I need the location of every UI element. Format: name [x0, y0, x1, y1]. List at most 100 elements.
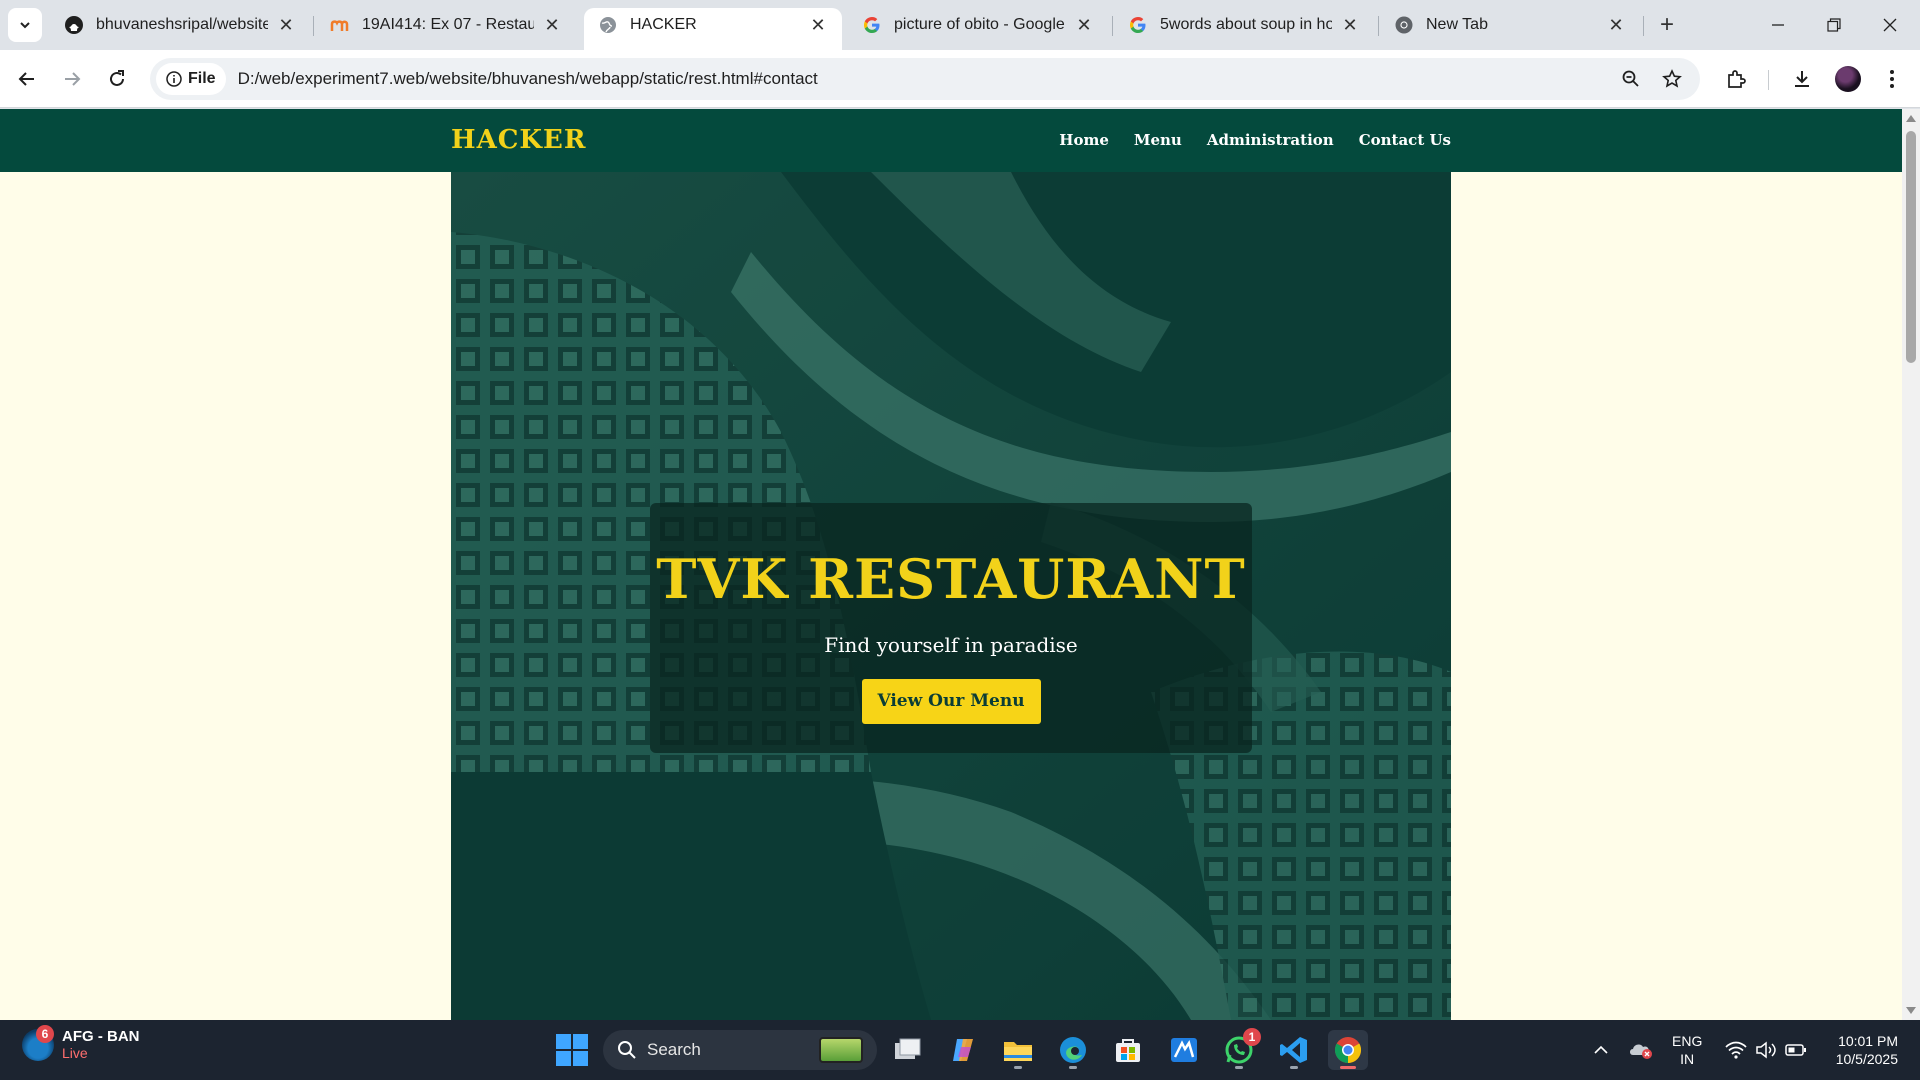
forward-button[interactable] [54, 61, 90, 97]
close-icon[interactable]: ✕ [1606, 15, 1626, 35]
chrome-menu-button[interactable] [1874, 61, 1910, 97]
reload-icon [110, 70, 124, 86]
input-language-indicator[interactable]: ENG IN [1672, 1032, 1702, 1068]
scrollbar-thumb[interactable] [1906, 131, 1916, 363]
tab-search-button[interactable] [8, 8, 42, 42]
copilot-button[interactable] [944, 1030, 984, 1070]
hero-subtitle: Find yourself in paradise [824, 633, 1078, 657]
page-viewport: HACKER Home Menu Administration Contact … [0, 109, 1902, 1020]
profile-button[interactable] [1830, 61, 1866, 97]
chrome-icon [1334, 1037, 1362, 1064]
start-button[interactable] [556, 1034, 588, 1066]
globe-icon [598, 15, 618, 35]
volume-status[interactable] [1752, 1020, 1780, 1080]
search-highlight-image [819, 1037, 863, 1063]
close-icon[interactable]: ✕ [276, 15, 296, 35]
whatsapp-button[interactable]: 1 [1219, 1028, 1261, 1070]
region-code: IN [1680, 1051, 1695, 1067]
zoom-icon [1622, 70, 1639, 87]
tab-google-obito[interactable]: picture of obito - Google Search ✕ [848, 8, 1108, 42]
widget-badge: 6 [36, 1024, 54, 1043]
nav-link-contact-us[interactable]: Contact Us [1359, 131, 1451, 149]
moodle-icon [330, 15, 350, 35]
tab-separator [1643, 16, 1644, 36]
battery-status[interactable] [1782, 1020, 1810, 1080]
google-icon [862, 15, 882, 35]
vscode-icon [1280, 1037, 1307, 1063]
azure-data-studio-icon [1171, 1038, 1197, 1062]
info-icon [166, 71, 182, 87]
puzzle-icon [1728, 70, 1746, 88]
widget-title: AFG - BAN [62, 1028, 140, 1045]
tab-moodle[interactable]: 19AI414: Ex 07 - Restaurant ✕ [316, 8, 576, 42]
running-indicator [1290, 1066, 1298, 1069]
arrow-right-icon [65, 72, 81, 86]
folder-icon [1004, 1042, 1032, 1061]
wifi-status[interactable] [1722, 1020, 1750, 1080]
tab-github[interactable]: bhuvaneshsripal/website ✕ [50, 8, 310, 42]
task-view-button[interactable] [888, 1030, 928, 1070]
zoom-button[interactable] [1615, 63, 1647, 95]
widgets-button[interactable]: 6 AFG - BAN Live [22, 1024, 140, 1061]
clock[interactable]: 10:01 PM 10/5/2025 [1826, 1032, 1898, 1068]
address-bar[interactable]: File D:/web/experiment7.web/website/bhuv… [150, 58, 1700, 100]
back-button[interactable] [9, 61, 45, 97]
restore-button[interactable] [1806, 0, 1862, 50]
download-icon [1795, 71, 1809, 87]
nav-link-home[interactable]: Home [1059, 131, 1109, 149]
close-icon[interactable]: ✕ [1340, 15, 1360, 35]
plus-icon: + [1659, 11, 1674, 38]
arrow-left-icon [18, 72, 34, 86]
cricket-icon: 6 [22, 1024, 54, 1061]
clock-time: 10:01 PM [1838, 1033, 1898, 1049]
file-explorer-button[interactable] [998, 1030, 1038, 1070]
running-indicator [1069, 1066, 1077, 1069]
chrome-button[interactable] [1328, 1030, 1368, 1070]
site-navbar: HACKER Home Menu Administration Contact … [0, 109, 1902, 172]
edge-button[interactable] [1053, 1030, 1093, 1070]
tab-separator [313, 16, 314, 36]
reload-button[interactable] [99, 61, 135, 97]
task-view-icon [895, 1038, 921, 1059]
toolbar-separator [1768, 70, 1769, 90]
close-icon[interactable]: ✕ [542, 15, 562, 35]
azure-data-studio-button[interactable] [1164, 1030, 1204, 1070]
new-tab-button[interactable]: + [1652, 10, 1682, 40]
avatar [1835, 66, 1861, 92]
downloads-button[interactable] [1784, 61, 1820, 97]
windows-taskbar: 6 AFG - BAN Live Search 1 ENG IN 10:01 P… [0, 1020, 1920, 1080]
scroll-down-arrow-icon[interactable] [1906, 1007, 1916, 1014]
widget-status: Live [62, 1045, 88, 1061]
microsoft-store-button[interactable] [1108, 1030, 1148, 1070]
nav-link-menu[interactable]: Menu [1134, 131, 1182, 149]
tab-google-soup[interactable]: 5words about soup in hotel ✕ [1114, 8, 1374, 42]
site-info-chip[interactable]: File [156, 63, 226, 95]
bookmark-button[interactable] [1656, 63, 1688, 95]
onedrive-status-button[interactable] [1626, 1020, 1656, 1080]
tab-title: HACKER [630, 16, 697, 33]
taskbar-search[interactable]: Search [603, 1030, 877, 1070]
minimize-button[interactable] [1750, 0, 1806, 50]
site-brand[interactable]: HACKER [451, 125, 586, 155]
google-icon [1128, 15, 1148, 35]
page-scrollbar[interactable] [1902, 109, 1920, 1020]
tab-hacker[interactable]: HACKER ✕ [584, 8, 842, 50]
extensions-button[interactable] [1718, 61, 1754, 97]
close-icon[interactable]: ✕ [1074, 15, 1094, 35]
copilot-icon [953, 1039, 973, 1061]
view-menu-button[interactable]: View Our Menu [861, 679, 1041, 724]
show-hidden-icons-button[interactable] [1588, 1020, 1614, 1080]
url-text[interactable]: D:/web/experiment7.web/website/bhuvanesh… [238, 69, 818, 89]
more-vertical-icon [1890, 70, 1894, 88]
nav-link-administration[interactable]: Administration [1207, 131, 1334, 149]
hero-card: TVK RESTAURANT Find yourself in paradise… [650, 503, 1252, 753]
minimize-icon [1772, 24, 1784, 26]
vscode-button[interactable] [1274, 1030, 1314, 1070]
running-indicator [1340, 1066, 1356, 1069]
tab-new-tab[interactable]: New Tab ✕ [1380, 8, 1640, 42]
scroll-up-arrow-icon[interactable] [1906, 115, 1916, 122]
site-nav-links: Home Menu Administration Contact Us [1059, 131, 1451, 149]
window-close-button[interactable] [1862, 0, 1918, 50]
site-chip-label: File [188, 70, 216, 87]
close-icon[interactable]: ✕ [808, 15, 828, 35]
